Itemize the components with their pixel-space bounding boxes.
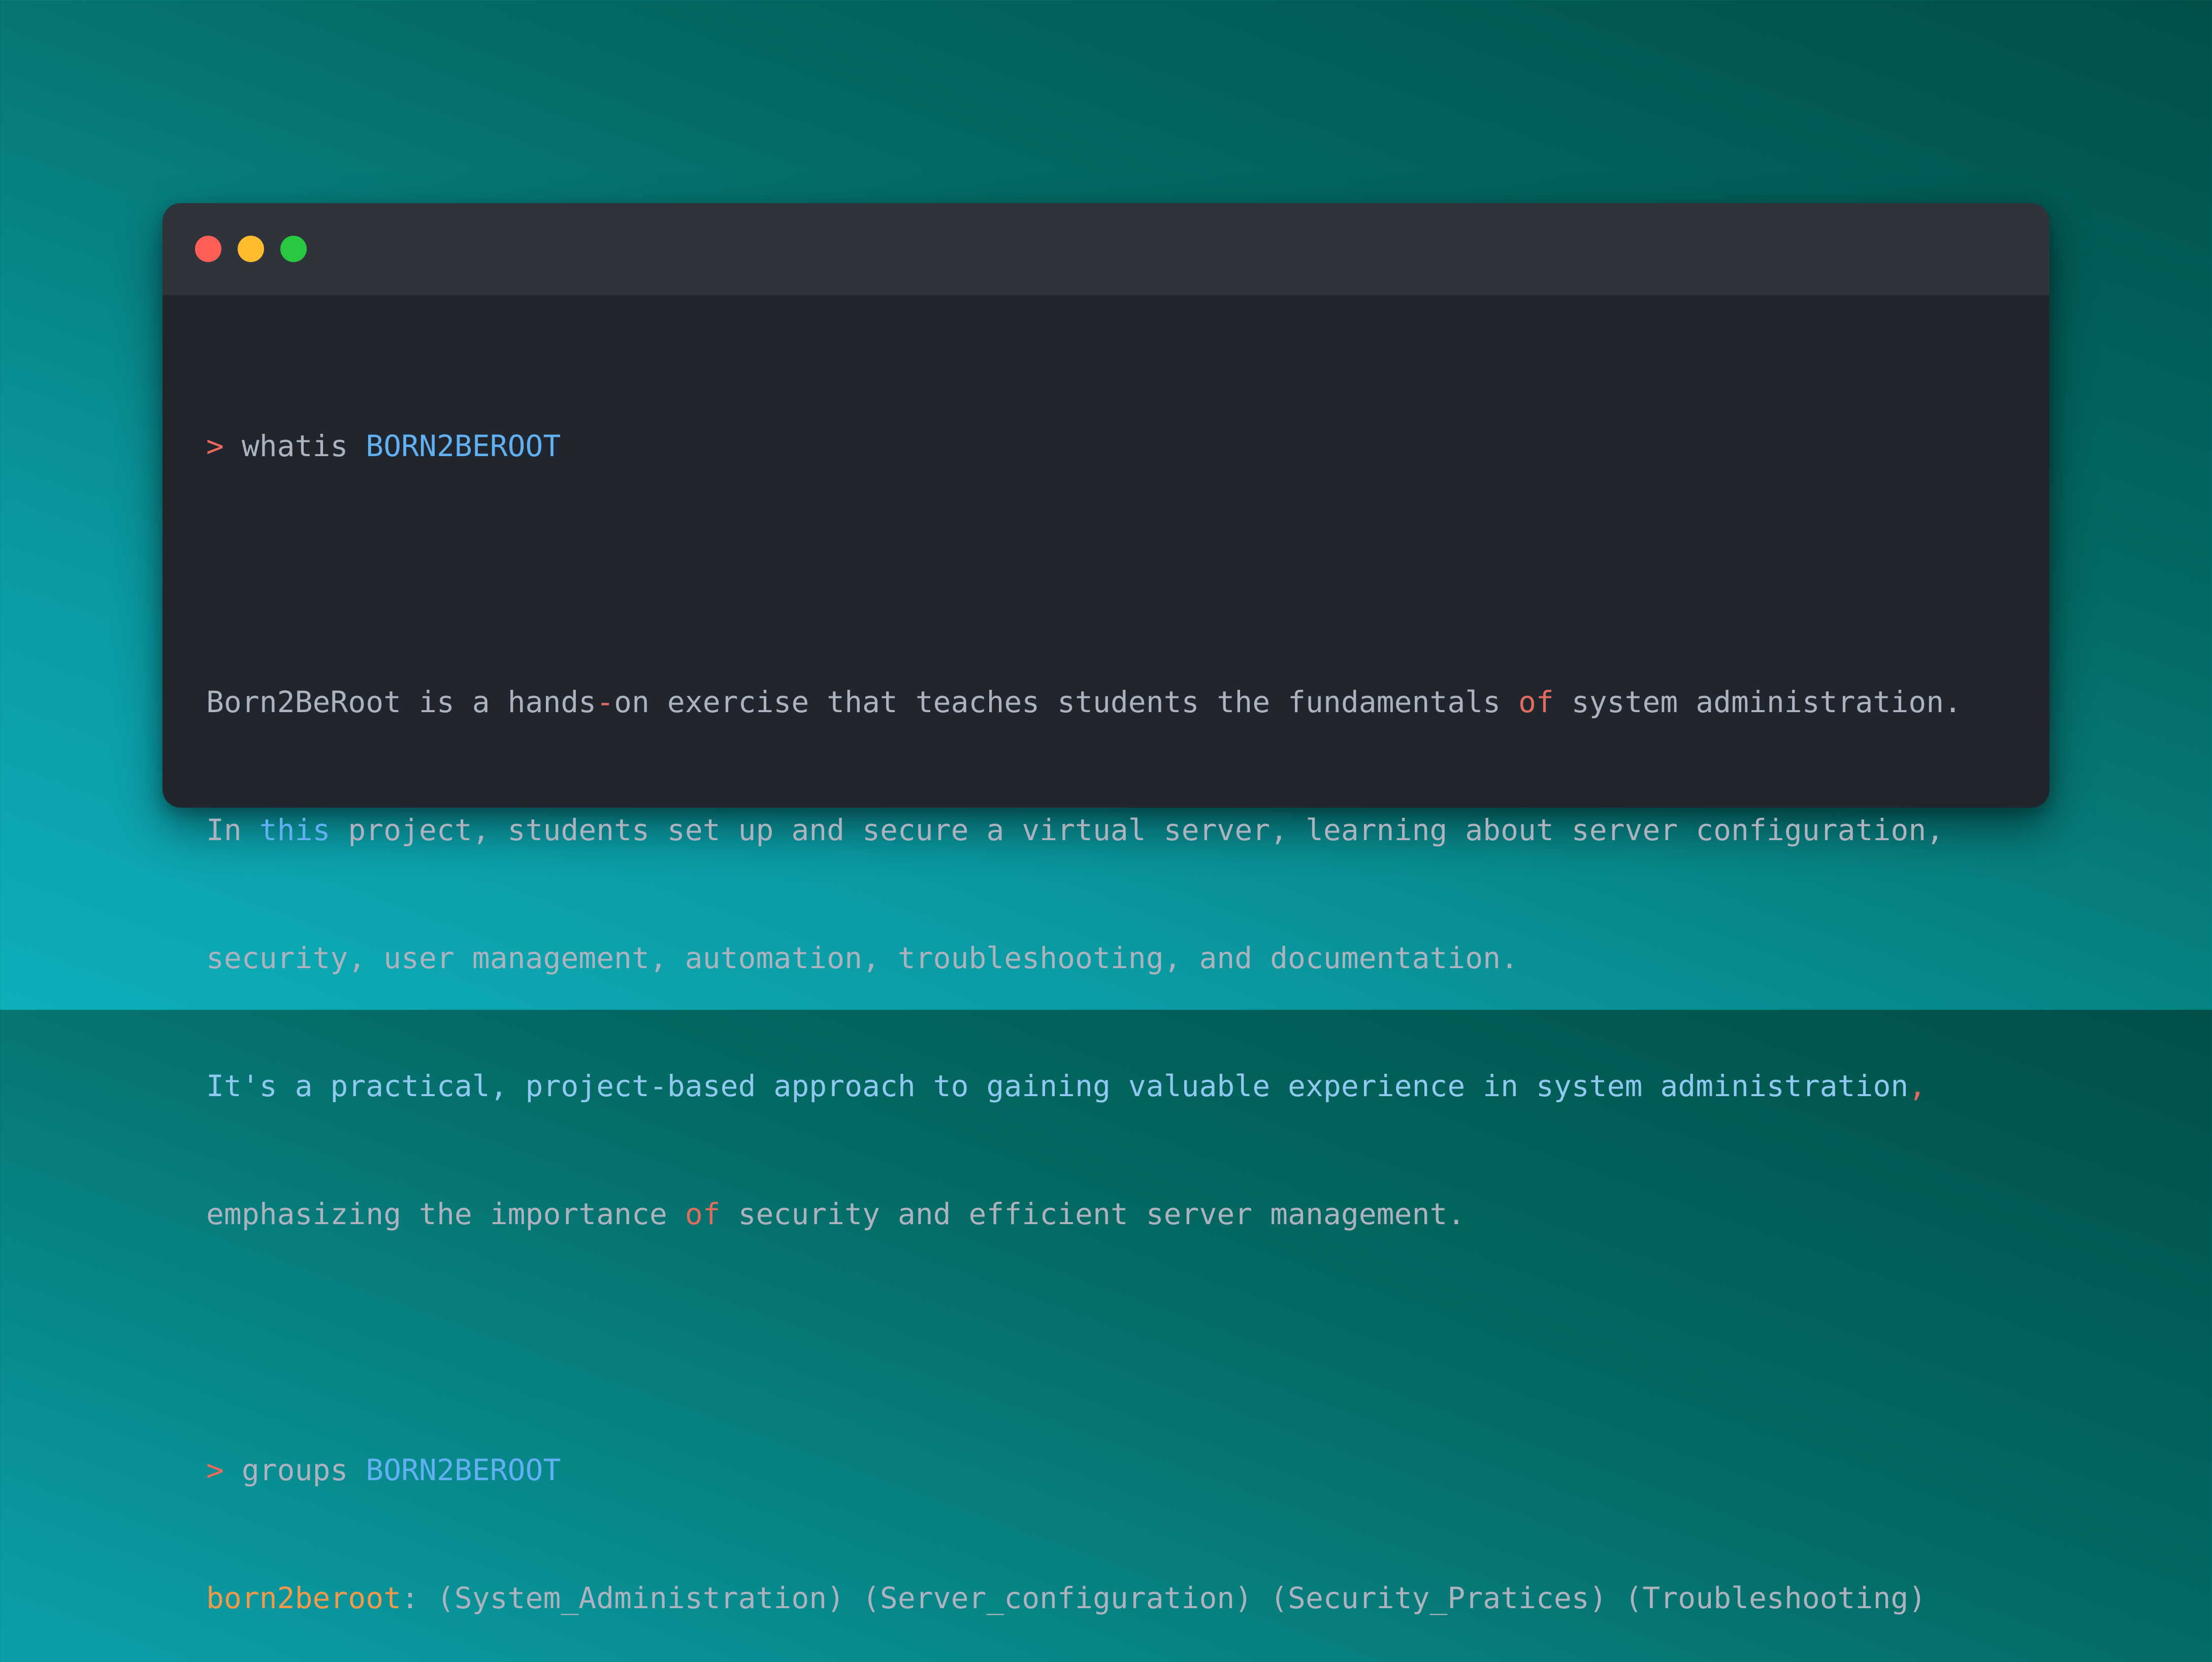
description-text: emphasizing the importance bbox=[206, 1197, 685, 1231]
description-line-3: security, user management, automation, t… bbox=[206, 937, 1962, 979]
description-comma: , bbox=[1908, 1069, 1927, 1103]
description-line-2: In this project, students set up and sec… bbox=[206, 809, 1962, 851]
group-owner-name: born2beroot bbox=[206, 1581, 402, 1615]
maximize-window-button[interactable] bbox=[280, 236, 307, 262]
keyword-of: of bbox=[1518, 685, 1554, 719]
description-line-4: It's a practical, project-based approach… bbox=[206, 1065, 1962, 1107]
description-text: In bbox=[206, 813, 259, 847]
keyword-of: of bbox=[685, 1197, 721, 1231]
prompt-symbol: > bbox=[206, 1453, 224, 1487]
description-dash: - bbox=[596, 685, 614, 719]
command-argument: BORN2BEROOT bbox=[366, 429, 561, 463]
description-text: Born2BeRoot is a hands bbox=[206, 685, 597, 719]
prompt-symbol: > bbox=[206, 429, 224, 463]
command-text: whatis bbox=[223, 429, 366, 463]
command-argument: BORN2BEROOT bbox=[366, 1453, 561, 1487]
title-bar bbox=[162, 203, 2050, 295]
close-window-button[interactable] bbox=[195, 236, 221, 262]
description-text: system administration. bbox=[1553, 685, 1962, 719]
keyword-this: this bbox=[259, 813, 331, 847]
description-text: security and efficient server management… bbox=[720, 1197, 1466, 1231]
terminal-output: > whatis BORN2BEROOT Born2BeRoot is a ha… bbox=[206, 339, 1962, 1662]
group-list: : (System_Administration) (Server_config… bbox=[401, 1581, 1927, 1615]
description-line-5: emphasizing the importance of security a… bbox=[206, 1193, 1962, 1235]
command-line-groups: > groups BORN2BEROOT bbox=[206, 1449, 1962, 1491]
command-text: groups bbox=[223, 1453, 366, 1487]
description-text: project, students set up and secure a vi… bbox=[330, 813, 1944, 847]
description-text: security, user management, automation, t… bbox=[206, 941, 1519, 975]
description-string-text: It's a practical, project-based approach… bbox=[206, 1069, 1909, 1103]
command-line-whatis: > whatis BORN2BEROOT bbox=[206, 425, 1962, 467]
groups-output-line: born2beroot: (System_Administration) (Se… bbox=[206, 1577, 1962, 1619]
description-text: on exercise that teaches students the fu… bbox=[614, 685, 1519, 719]
description-line-1: Born2BeRoot is a hands-on exercise that … bbox=[206, 681, 1962, 723]
minimize-window-button[interactable] bbox=[238, 236, 264, 262]
